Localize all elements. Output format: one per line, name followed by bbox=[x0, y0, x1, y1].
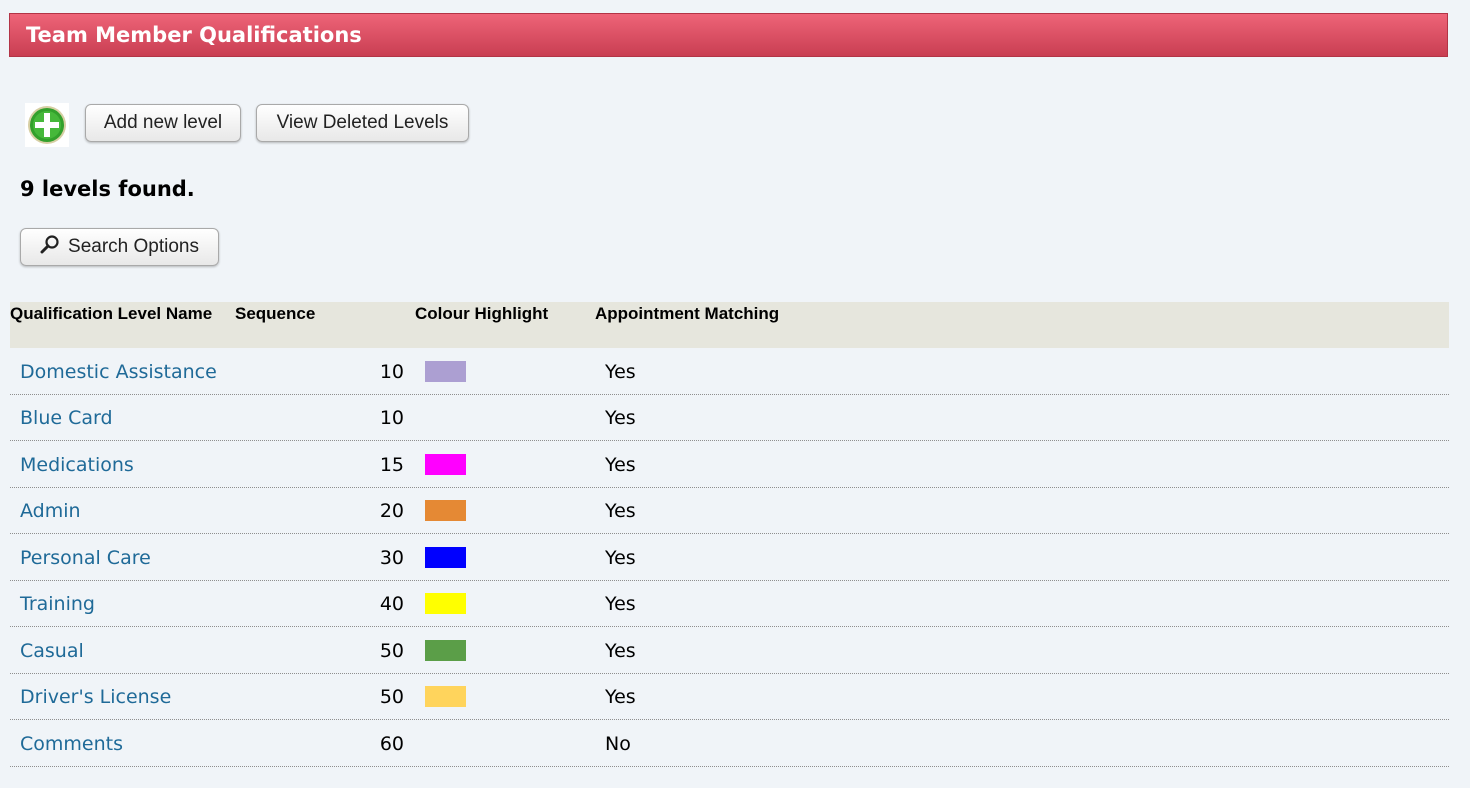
table-row: Blue Card 10 Yes bbox=[10, 395, 1449, 441]
sequence-cell: 40 bbox=[379, 593, 404, 615]
view-deleted-levels-label: View Deleted Levels bbox=[276, 112, 449, 133]
search-options-label: Search Options bbox=[68, 236, 199, 257]
sequence-cell: 60 bbox=[379, 733, 404, 755]
level-name-link[interactable]: Domestic Assistance bbox=[20, 361, 217, 383]
colour-swatch bbox=[425, 593, 466, 614]
colour-swatch bbox=[425, 361, 466, 382]
matching-cell: Yes bbox=[605, 593, 636, 615]
table-row: Domestic Assistance 10 Yes bbox=[10, 349, 1449, 395]
page-title: Team Member Qualifications bbox=[26, 23, 362, 47]
sequence-cell: 50 bbox=[379, 686, 404, 708]
add-new-level-label: Add new level bbox=[103, 112, 223, 133]
sequence-cell: 30 bbox=[379, 547, 404, 569]
results-count: 9 levels found. bbox=[20, 177, 195, 201]
table-row: Casual 50 Yes bbox=[10, 628, 1449, 674]
table-row: Personal Care 30 Yes bbox=[10, 535, 1449, 581]
matching-cell: No bbox=[605, 733, 631, 755]
sequence-cell: 10 bbox=[379, 361, 404, 383]
table-header: Qualification Level Name Sequence Colour… bbox=[10, 302, 1449, 348]
add-new-level-button[interactable]: Add new level bbox=[85, 104, 241, 142]
level-name-link[interactable]: Admin bbox=[20, 500, 81, 522]
level-name-link[interactable]: Casual bbox=[20, 640, 84, 662]
matching-cell: Yes bbox=[605, 454, 636, 476]
colour-swatch bbox=[425, 686, 466, 707]
level-name-link[interactable]: Comments bbox=[20, 733, 123, 755]
level-name-link[interactable]: Training bbox=[20, 593, 95, 615]
level-name-link[interactable]: Driver's License bbox=[20, 686, 171, 708]
sequence-cell: 20 bbox=[379, 500, 404, 522]
matching-cell: Yes bbox=[605, 500, 636, 522]
column-header-matching[interactable]: Appointment Matching bbox=[595, 304, 779, 324]
table-row: Training 40 Yes bbox=[10, 581, 1449, 627]
magnifier-icon bbox=[40, 234, 60, 260]
sequence-cell: 15 bbox=[379, 454, 404, 476]
table-row: Comments 60 No bbox=[10, 721, 1449, 767]
column-header-sequence[interactable]: Sequence bbox=[235, 304, 315, 324]
level-name-link[interactable]: Medications bbox=[20, 454, 134, 476]
matching-cell: Yes bbox=[605, 547, 636, 569]
colour-swatch bbox=[425, 454, 466, 475]
table-row: Driver's License 50 Yes bbox=[10, 674, 1449, 720]
matching-cell: Yes bbox=[605, 640, 636, 662]
plus-circle-icon[interactable] bbox=[25, 103, 69, 147]
column-header-name[interactable]: Qualification Level Name bbox=[10, 304, 212, 324]
colour-swatch bbox=[425, 547, 466, 568]
matching-cell: Yes bbox=[605, 407, 636, 429]
search-options-button[interactable]: Search Options bbox=[20, 228, 219, 266]
sequence-cell: 50 bbox=[379, 640, 404, 662]
page-header: Team Member Qualifications bbox=[9, 13, 1448, 57]
table-row: Admin 20 Yes bbox=[10, 488, 1449, 534]
matching-cell: Yes bbox=[605, 361, 636, 383]
table-row: Medications 15 Yes bbox=[10, 442, 1449, 488]
level-name-link[interactable]: Personal Care bbox=[20, 547, 151, 569]
level-name-link[interactable]: Blue Card bbox=[20, 407, 113, 429]
column-header-colour[interactable]: Colour Highlight bbox=[415, 304, 548, 324]
colour-swatch bbox=[425, 500, 466, 521]
matching-cell: Yes bbox=[605, 686, 636, 708]
view-deleted-levels-button[interactable]: View Deleted Levels bbox=[256, 104, 469, 142]
colour-swatch bbox=[425, 640, 466, 661]
sequence-cell: 10 bbox=[379, 407, 404, 429]
